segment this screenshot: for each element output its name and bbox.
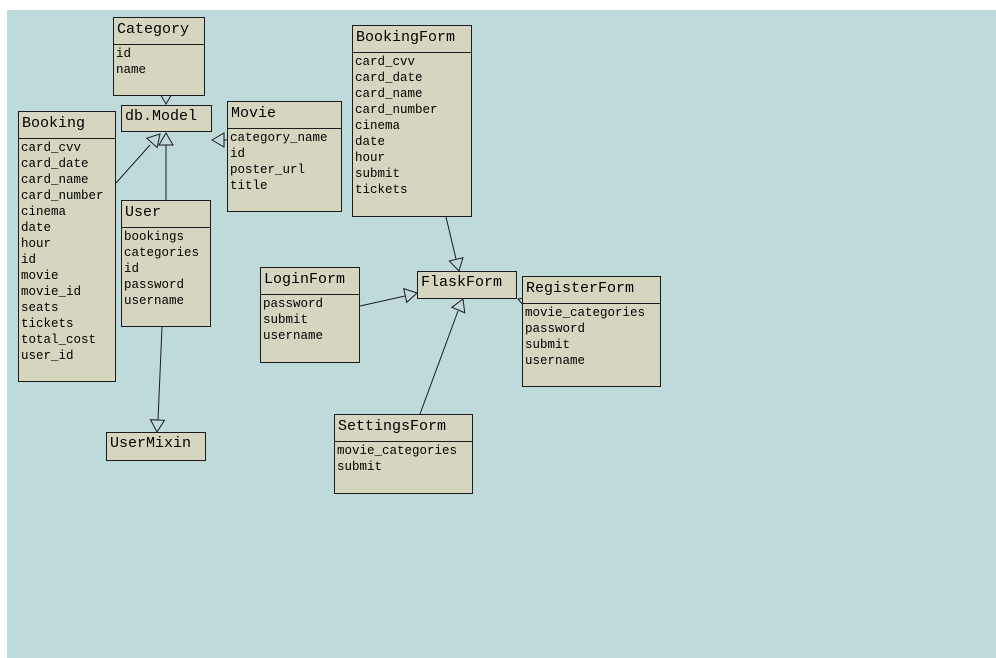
attribute-list: bookings categories id password username — [122, 228, 210, 309]
class-attribute: movie_categories — [337, 444, 458, 458]
class-attribute: submit — [525, 338, 571, 352]
class-attribute: bookings — [124, 230, 185, 244]
class-title: SettingsForm — [335, 415, 472, 442]
class-attribute: movie — [21, 269, 59, 283]
class-attribute: title — [230, 179, 268, 193]
class-title: db.Model — [125, 108, 198, 125]
attribute-list: card_cvv card_date card_name card_numbercin… — [19, 139, 115, 364]
class-attribute: card_cvv — [355, 55, 416, 69]
class-user[interactable]: User bookings categories id password usernam… — [121, 200, 211, 327]
attribute-list: password submit username — [261, 295, 359, 344]
class-title: UserMixin — [110, 435, 192, 452]
class-movie[interactable]: Movie category_nameid poster_urltitle — [227, 101, 342, 212]
class-attribute: id — [116, 47, 132, 61]
attribute-list: movie_categoriessubmit — [335, 442, 472, 475]
class-attribute: card_number — [355, 103, 438, 117]
class-attribute: movie_id — [21, 285, 82, 299]
class-attribute: hour — [21, 237, 52, 251]
class-attribute: poster_url — [230, 163, 306, 177]
class-booking-form[interactable]: BookingForm card_cvv card_date card_name ca… — [352, 25, 472, 217]
class-login-form[interactable]: LoginForm password submit username — [260, 267, 360, 363]
attribute-list: card_cvv card_date card_name card_numbercin… — [353, 53, 471, 198]
class-title: User — [122, 201, 210, 228]
class-settings-form[interactable]: SettingsForm movie_categoriessubmit — [334, 414, 473, 494]
class-title: BookingForm — [353, 26, 471, 53]
class-register-form[interactable]: RegisterForm movie_categories password sub… — [522, 276, 661, 387]
class-title: Category — [114, 18, 204, 45]
class-attribute: username — [525, 354, 586, 368]
class-attribute: submit — [355, 167, 401, 181]
class-attribute: submit — [337, 460, 383, 474]
class-attribute: categories — [124, 246, 200, 260]
class-title: Booking — [19, 112, 115, 139]
attribute-list: movie_categories password submit username — [523, 304, 660, 369]
class-attribute: cinema — [21, 205, 67, 219]
class-flask-form[interactable]: FlaskForm — [417, 271, 517, 299]
class-title: Movie — [228, 102, 341, 129]
class-attribute: password — [124, 278, 185, 292]
class-attribute: total_cost — [21, 333, 97, 347]
class-attribute: name — [116, 63, 147, 77]
attribute-list: id name — [114, 45, 204, 78]
class-attribute: card_name — [355, 87, 423, 101]
class-attribute: movie_categories — [525, 306, 646, 320]
class-title: FlaskForm — [421, 274, 503, 291]
class-attribute: date — [21, 221, 52, 235]
class-attribute: submit — [263, 313, 309, 327]
class-attribute: card_date — [21, 157, 89, 171]
class-attribute: category_name — [230, 131, 328, 145]
class-title: LoginForm — [261, 268, 359, 295]
class-attribute: tickets — [355, 183, 408, 197]
class-attribute: card_name — [21, 173, 89, 187]
class-attribute: id — [124, 262, 140, 276]
class-attribute: user_id — [21, 349, 74, 363]
class-db-model[interactable]: db.Model — [121, 105, 212, 132]
class-attribute: card_cvv — [21, 141, 82, 155]
class-attribute: hour — [355, 151, 386, 165]
class-attribute: tickets — [21, 317, 74, 331]
class-attribute: password — [525, 322, 586, 336]
class-booking[interactable]: Booking card_cvv card_date card_name card_n… — [18, 111, 116, 382]
class-attribute: card_date — [355, 71, 423, 85]
attribute-list: category_nameid poster_urltitle — [228, 129, 341, 194]
class-attribute: id — [230, 147, 246, 161]
class-attribute: password — [263, 297, 324, 311]
class-attribute: seats — [21, 301, 59, 315]
class-title: RegisterForm — [523, 277, 660, 304]
class-attribute: id — [21, 253, 37, 267]
class-category[interactable]: Category id name — [113, 17, 205, 96]
class-attribute: username — [263, 329, 324, 343]
class-attribute: date — [355, 135, 386, 149]
class-attribute: username — [124, 294, 185, 308]
class-attribute: card_number — [21, 189, 104, 203]
class-attribute: cinema — [355, 119, 401, 133]
class-user-mixin[interactable]: UserMixin — [106, 432, 206, 461]
